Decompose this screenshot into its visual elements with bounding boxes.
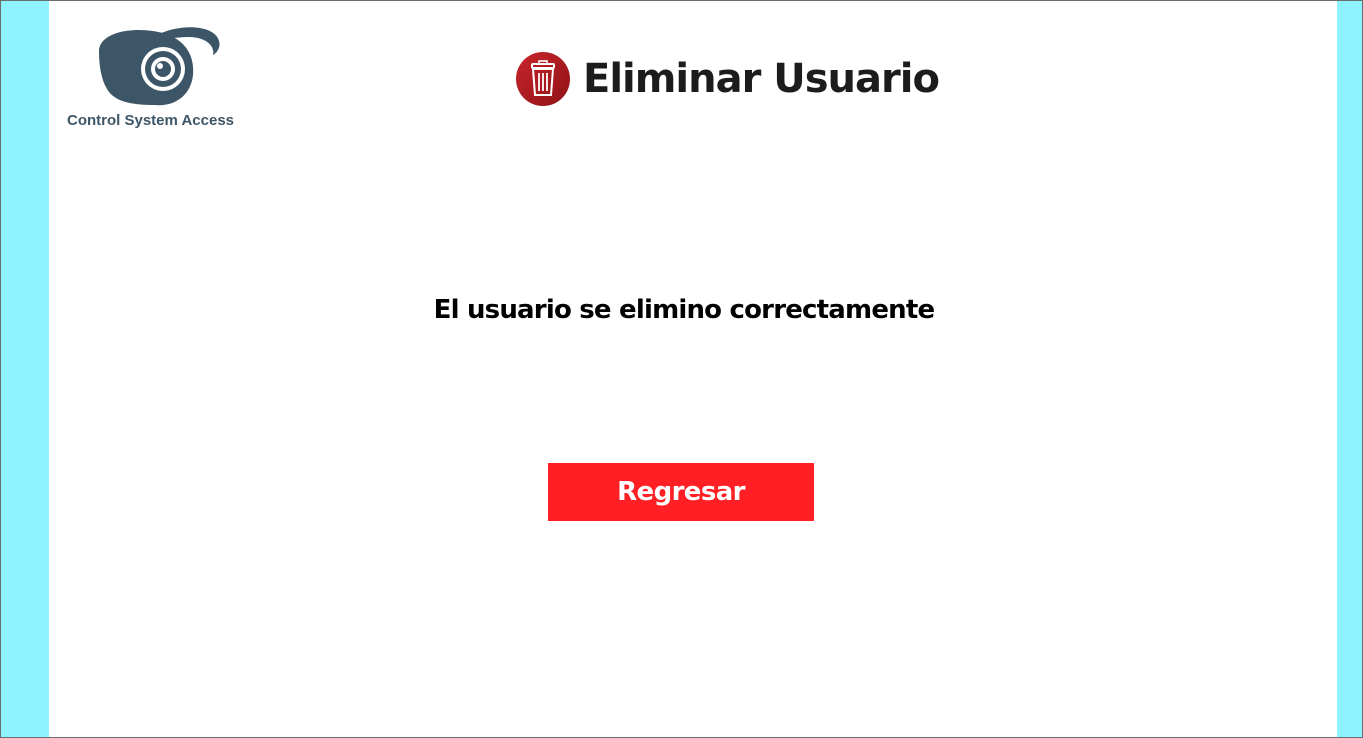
page-title: Eliminar Usuario (583, 56, 940, 102)
left-side-bar (1, 1, 49, 737)
trash-icon (516, 52, 570, 106)
brand-logo: Control System Access (67, 21, 247, 136)
success-message: El usuario se elimino correctamente (433, 295, 936, 325)
brand-name: Control System Access (67, 112, 235, 129)
security-camera-icon (99, 27, 220, 106)
page-header: Eliminar Usuario (515, 49, 940, 109)
app-window: Control System Access Eliminar Usuario E… (0, 0, 1363, 738)
right-side-bar (1337, 1, 1362, 737)
back-button[interactable]: Regresar (548, 463, 814, 521)
main-panel: Control System Access Eliminar Usuario E… (49, 1, 1339, 737)
